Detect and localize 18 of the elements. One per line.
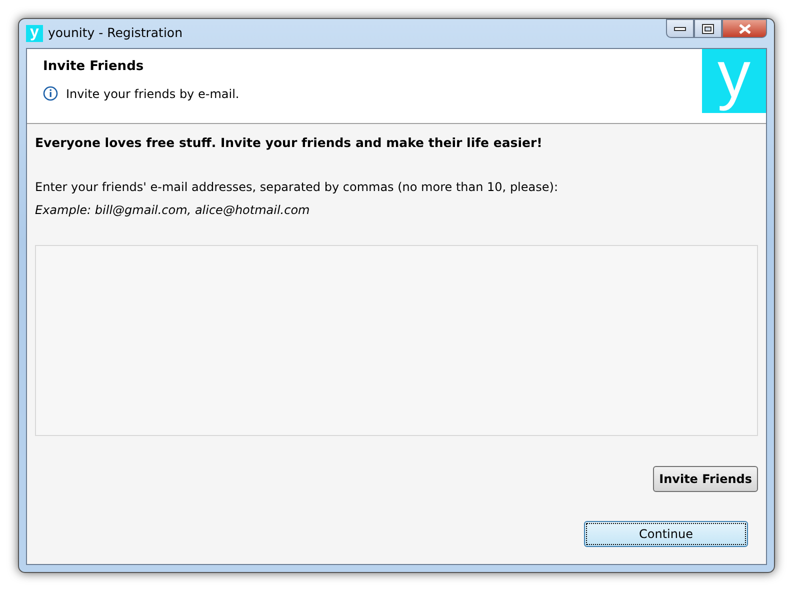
window-title: younity - Registration: [48, 24, 182, 42]
continue-button[interactable]: Continue: [584, 520, 748, 547]
minimize-button[interactable]: [666, 19, 694, 38]
close-button[interactable]: [722, 19, 767, 38]
instruction-text: Enter your friends' e-mail addresses, separated by commas (no more than 10, please):: [35, 178, 559, 196]
logo: y: [702, 49, 766, 113]
page-title: Invite Friends: [43, 58, 145, 76]
maximize-icon: [702, 24, 714, 34]
email-input-field[interactable]: [35, 244, 758, 436]
app-logo: y: [26, 25, 43, 42]
info-text: Invite your friends by e-mail.: [66, 86, 240, 102]
headline: Everyone loves free stuff. Invite your friends and make their life easier!: [35, 134, 544, 152]
info-icon: [43, 86, 58, 101]
minimize-icon: [674, 26, 686, 30]
close-icon: [738, 24, 750, 34]
invite-friends-button[interactable]: Invite Friends: [653, 466, 758, 492]
maximize-button[interactable]: [694, 19, 722, 38]
example-text: Example: bill@gmail.com, alice@hotmail.com: [35, 202, 311, 219]
